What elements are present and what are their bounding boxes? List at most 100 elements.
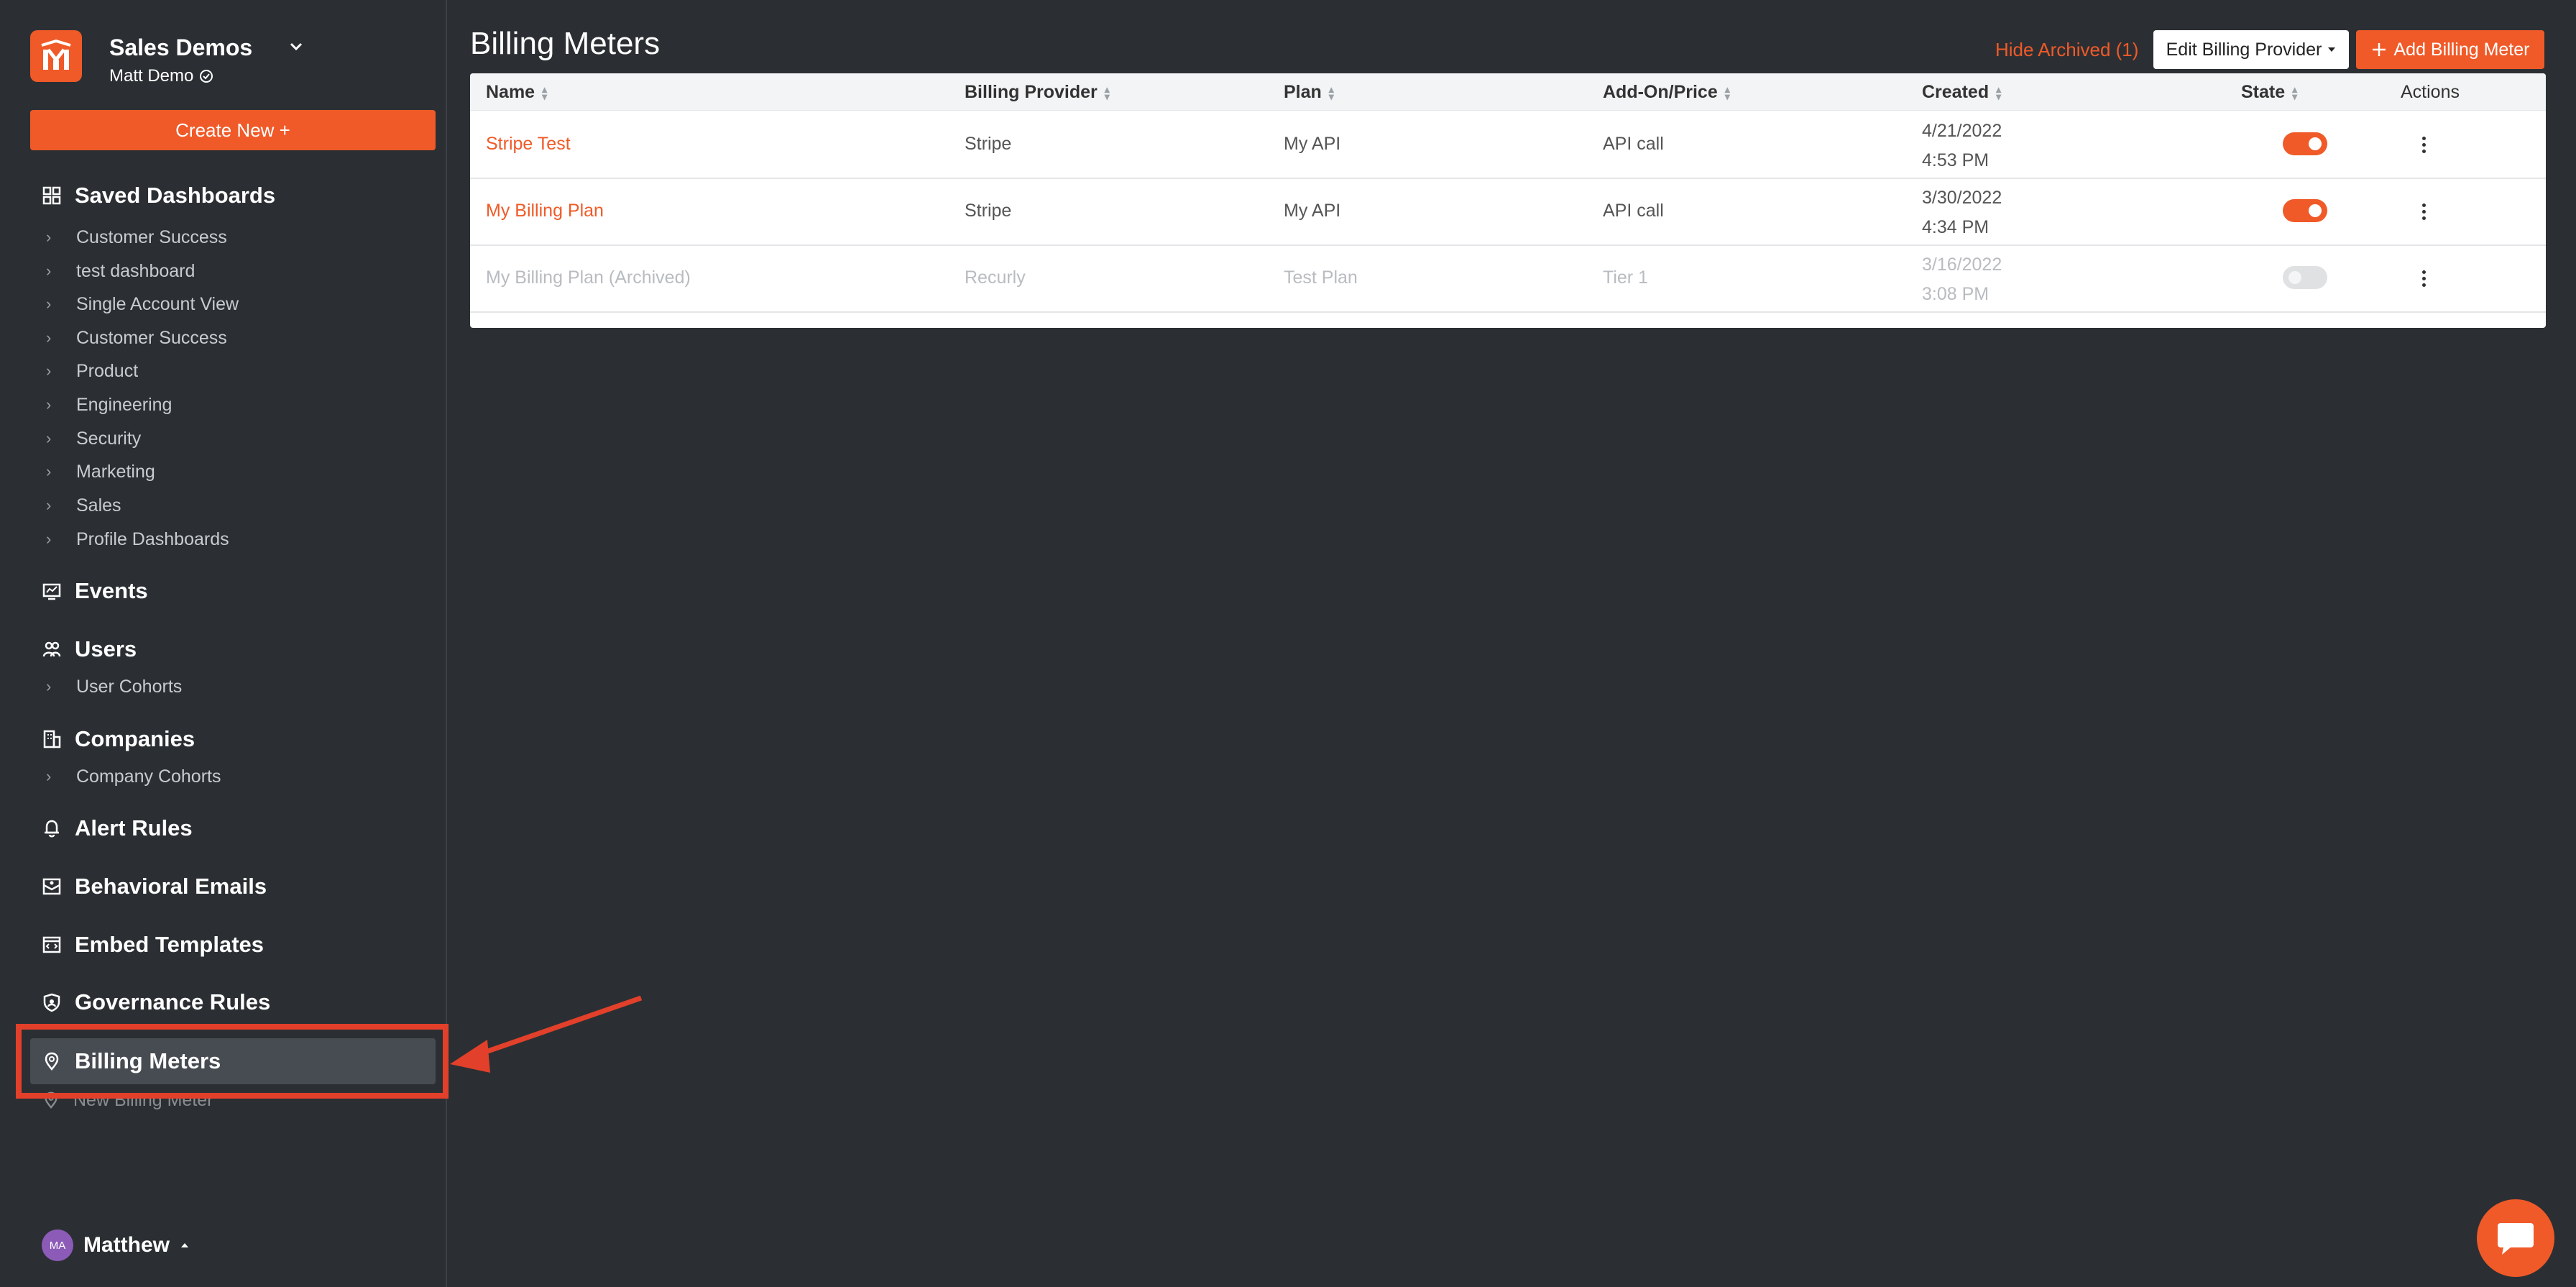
nav-alert-rules[interactable]: Alert Rules [42,812,193,844]
column-header-state[interactable]: State ▴ ▾ [2241,82,2297,103]
column-header-label: Billing Provider [965,82,1098,102]
user-menu[interactable]: MA Matthew [42,1229,190,1261]
chevron-down-icon[interactable] [289,42,303,52]
edit-billing-provider-button[interactable]: Edit Billing Provider [2153,30,2349,69]
sidebar-item-label: Marketing [76,461,155,482]
chevron-right-icon: › [46,429,52,447]
column-header-label: Name [486,82,535,102]
nav-companies[interactable]: Companies [42,723,195,755]
sort-icon[interactable]: ▴ ▾ [1329,84,1334,101]
state-toggle[interactable] [2283,199,2327,222]
org-name[interactable]: Sales Demos [109,35,252,61]
sidebar-item-test-dashboard[interactable]: › test dashboard [46,258,195,284]
sidebar-item-label: Product [76,360,139,381]
table-row[interactable]: My Billing Plan Stripe My API API call 3… [470,179,2546,246]
create-new-button[interactable]: Create New + [30,110,436,150]
users-icon [42,641,61,657]
chevron-right-icon: › [46,530,52,548]
meter-name-link[interactable]: My Billing Plan (Archived) [486,267,691,288]
sidebar-item-company-cohorts[interactable]: › Company Cohorts [46,764,221,789]
sidebar-item-product[interactable]: › Product [46,358,138,384]
sidebar-item-label: test dashboard [76,260,196,281]
nav-label: Users [75,636,137,661]
billing-provider-cell: Stripe [965,134,1012,154]
hide-archived-link[interactable]: Hide Archived (1) [1995,39,2138,61]
sidebar-item-sales[interactable]: › Sales [46,493,121,518]
nav-behavioral-emails[interactable]: Behavioral Emails [42,871,267,902]
chevron-right-icon: › [46,329,52,347]
nav-governance-rules[interactable]: Governance Rules [42,986,270,1018]
add-billing-meter-button[interactable]: Add Billing Meter [2356,30,2544,69]
brand-logo [30,30,82,82]
column-header-billing-provider[interactable]: Billing Provider ▴ ▾ [965,82,1110,103]
sort-icon[interactable]: ▴ ▾ [2292,84,2297,101]
sort-icon[interactable]: ▴ ▾ [1996,84,2001,101]
state-toggle[interactable] [2283,132,2327,155]
chevron-right-icon: › [46,462,52,480]
current-user: Matt Demo [109,66,213,86]
meter-name-link[interactable]: Stripe Test [486,134,571,155]
current-user-label: Matt Demo [109,66,194,86]
plan-cell: My API [1284,134,1341,154]
sort-icon[interactable]: ▴ ▾ [1105,84,1110,101]
chat-icon [2498,1223,2534,1255]
more-actions-icon[interactable] [2422,203,2426,220]
chevron-right-icon: › [46,767,52,785]
sidebar-item-label: Customer Success [76,226,227,247]
nav-users[interactable]: Users [42,633,137,665]
column-header-label: Add-On/Price [1603,82,1718,102]
add-billing-meter-label: Add Billing Meter [2393,39,2530,60]
nav-label: Saved Dashboards [75,183,276,208]
sidebar-item-customer-success-2[interactable]: › Customer Success [46,325,227,351]
bell-icon [45,820,59,838]
sidebar-item-single-account-view[interactable]: › Single Account View [46,291,239,317]
more-actions-icon[interactable] [2422,270,2426,287]
sidebar-item-label: Security [76,428,142,449]
sidebar-item-customer-success[interactable]: › Customer Success [46,224,227,250]
created-cell: 3/16/2022 3:08 PM [1922,250,2002,309]
chat-launcher-button[interactable] [2477,1199,2554,1277]
created-time: 4:53 PM [1922,150,1990,170]
nav-embed-templates[interactable]: Embed Templates [42,929,264,961]
chevron-right-icon: › [46,496,52,514]
column-header-name[interactable]: Name ▴ ▾ [486,82,547,103]
dashboard-icon [42,186,61,205]
sidebar-item-user-cohorts[interactable]: › User Cohorts [46,674,182,700]
sidebar-item-profile-dashboards[interactable]: › Profile Dashboards [46,526,229,552]
sort-icon[interactable]: ▴ ▾ [1725,84,1730,101]
chevron-right-icon: › [46,295,52,313]
table-row[interactable]: Stripe Test Stripe My API API call 4/21/… [470,112,2546,179]
created-date: 4/21/2022 [1922,121,2002,141]
column-header-label: State [2241,82,2286,102]
more-actions-icon[interactable] [2422,137,2426,153]
org-switcher[interactable]: Sales Demos Matt Demo [30,30,433,86]
annotation-arrow [450,995,643,1073]
column-header-created[interactable]: Created ▴ ▾ [1922,82,2001,103]
sidebar-item-marketing[interactable]: › Marketing [46,459,155,485]
plan-cell: Test Plan [1284,267,1358,288]
meter-name-link[interactable]: My Billing Plan [486,201,604,221]
avatar: MA [42,1229,73,1261]
annotation-highlight-box [16,1024,448,1099]
sidebar-item-label: Single Account View [76,293,239,314]
column-header-actions: Actions [2401,82,2460,103]
sidebar-item-engineering[interactable]: › Engineering [46,392,172,418]
table-row[interactable]: My Billing Plan (Archived) Recurly Test … [470,246,2546,313]
column-header-plan[interactable]: Plan ▴ ▾ [1284,82,1334,103]
created-cell: 3/30/2022 4:34 PM [1922,183,2002,242]
nav-label: Events [75,578,148,603]
column-header-addon-price[interactable]: Add-On/Price ▴ ▾ [1603,82,1730,103]
sidebar-item-security[interactable]: › Security [46,426,141,452]
addon-price-cell: API call [1603,201,1664,221]
nav-saved-dashboards[interactable]: Saved Dashboards [42,180,275,211]
created-date: 3/16/2022 [1922,255,2002,275]
addon-price-cell: Tier 1 [1603,267,1648,288]
nav-label: Embed Templates [75,932,264,957]
chevron-right-icon: › [46,262,52,280]
billing-meters-table: Name ▴ ▾ Billing Provider ▴ ▾ Plan ▴ ▾ Add-On/… [470,73,2546,328]
building-icon [43,730,61,748]
sort-icon[interactable]: ▴ ▾ [542,84,547,101]
state-toggle[interactable] [2283,266,2327,289]
created-date: 3/30/2022 [1922,188,2002,208]
nav-events[interactable]: Events [42,575,148,607]
